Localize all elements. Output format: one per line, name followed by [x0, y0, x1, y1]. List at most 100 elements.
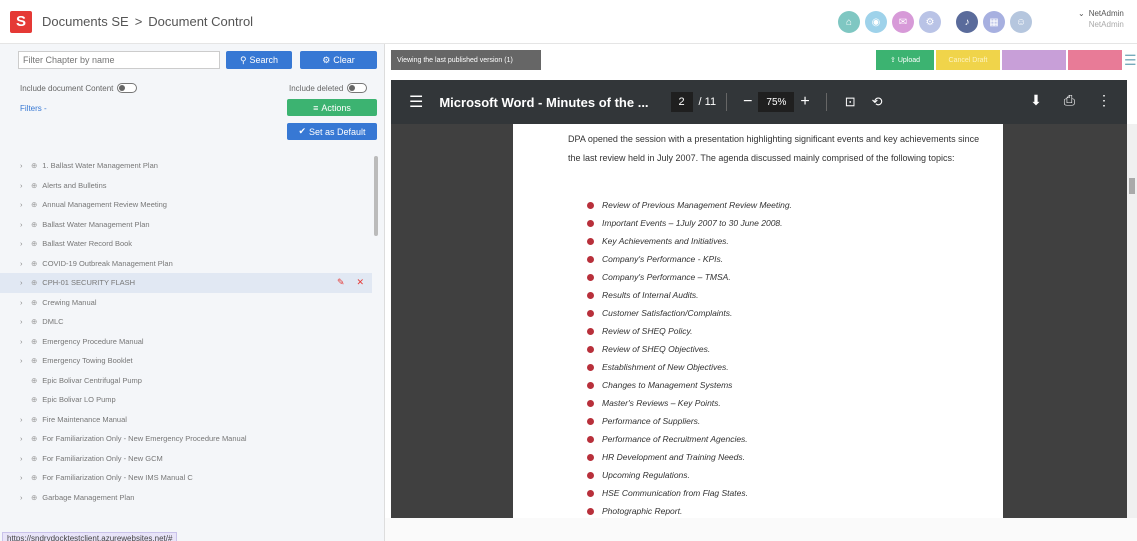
tree-item[interactable]: › ⊕ Emergency Procedure Manual — [0, 332, 372, 352]
check-icon: ✔ — [298, 126, 306, 136]
folder-icon: ⊕ — [31, 473, 38, 483]
rotate-icon[interactable]: ⟲ — [872, 94, 883, 110]
topic-list-item: Review of Previous Management Review Mee… — [587, 196, 792, 214]
edit-icon[interactable]: ✎ — [337, 277, 345, 288]
chevron-right-icon[interactable]: › — [20, 434, 26, 443]
top-icon-bar: ⌂ ◉ ✉ ⚙ ♪ ▦ ☺ — [838, 11, 1032, 33]
actions-button[interactable]: ≡ Actions — [287, 99, 377, 116]
filters-toggle-link[interactable]: Filters - — [20, 104, 47, 113]
tree-item-label: For Familiarization Only - New IMS Manua… — [42, 473, 193, 483]
tree-item[interactable]: › ⊕ For Familiarization Only - New IMS Man… — [0, 468, 372, 488]
include-content-toggle[interactable] — [117, 83, 138, 93]
toolbar-button-3[interactable] — [1002, 50, 1066, 70]
bullet-icon — [587, 507, 594, 515]
tree-item-label: Garbage Management Plan — [42, 492, 135, 502]
zoom-out-icon[interactable]: − — [743, 93, 752, 111]
topic-list-item: Upcoming Regulations. — [587, 466, 792, 484]
tree-item[interactable]: › ⊕ Ballast Water Record Book — [0, 234, 372, 254]
menu-icon[interactable]: ☰ — [1124, 52, 1137, 69]
more-options-icon[interactable]: ⋮ — [1097, 92, 1111, 109]
toolbar-button-4[interactable] — [1068, 50, 1122, 70]
chevron-right-icon[interactable]: › — [20, 220, 26, 229]
tree-item[interactable]: › ⊕ Emergency Towing Booklet — [0, 351, 372, 371]
tree-item[interactable]: › ⊕ Annual Management Review Meeting — [0, 195, 372, 215]
user-menu[interactable]: ⌄ NetAdmin NetAdmin — [1078, 8, 1124, 30]
topic-text: Customer Satisfaction/Complaints. — [602, 308, 733, 318]
print-icon[interactable]: ⎙ — [1064, 92, 1075, 109]
chevron-right-icon[interactable]: › — [20, 317, 26, 326]
set-default-label: Set as Default — [309, 126, 366, 137]
set-default-button[interactable]: ✔ Set as Default — [287, 123, 377, 140]
folder-icon: ⊕ — [31, 239, 38, 249]
page-total: / 11 — [698, 96, 717, 108]
tree-item[interactable]: › ⊕ Ballast Water Management Plan — [0, 215, 372, 235]
eye-icon[interactable]: ◉ — [865, 11, 887, 33]
bullet-icon — [587, 417, 594, 425]
zoom-in-icon[interactable]: + — [800, 93, 809, 111]
clear-button-label: Clear — [333, 55, 355, 65]
chapter-filter-input[interactable] — [18, 51, 220, 69]
viewer-scrollbar-thumb[interactable] — [1129, 178, 1135, 194]
tree-item[interactable]: › ⊕ Garbage Management Plan — [0, 488, 372, 508]
chevron-right-icon[interactable]: › — [20, 161, 26, 170]
chevron-right-icon[interactable]: › — [20, 200, 26, 209]
tree-item-label: Emergency Towing Booklet — [42, 356, 133, 366]
tree-item[interactable]: › ⊕ For Familiarization Only - New GCM — [0, 449, 372, 469]
chevron-right-icon[interactable]: › — [20, 181, 26, 190]
chevron-right-icon[interactable]: › — [20, 298, 26, 307]
tree-item[interactable]: ›⊕Epic Bolivar Centrifugal Pump — [0, 371, 372, 391]
folder-icon: ⊕ — [31, 414, 38, 424]
upload-button[interactable]: ⇪ Upload — [876, 50, 934, 70]
cancel-draft-button[interactable]: Cancel Draft — [936, 50, 1000, 70]
folder-icon: ⊕ — [31, 258, 38, 268]
row-actions: ✎ ✕ — [337, 277, 364, 288]
document-toolbar: Viewing the last published version (1) ⇪… — [391, 50, 1137, 72]
settings-icon[interactable]: ⚙ — [919, 11, 941, 33]
tree-item[interactable]: › ⊕ COVID-19 Outbreak Management Plan — [0, 254, 372, 274]
topic-list-item: HR Development and Training Needs. — [587, 448, 792, 466]
chevron-right-icon[interactable]: › — [20, 278, 26, 287]
tree-item[interactable]: › ⊕ For Familiarization Only - New Emergen… — [0, 429, 372, 449]
chevron-right-icon[interactable]: › — [20, 415, 26, 424]
avatar-icon[interactable]: ☺ — [1010, 11, 1032, 33]
tree-item[interactable]: › ⊕ Crewing Manual — [0, 293, 372, 313]
toolbar-divider — [825, 93, 827, 111]
chevron-right-icon[interactable]: › — [20, 239, 26, 248]
chevron-right-icon[interactable]: › — [20, 454, 26, 463]
home-icon[interactable]: ⌂ — [838, 11, 860, 33]
bullet-icon — [587, 255, 594, 263]
download-icon[interactable]: ⬇ — [1030, 92, 1042, 109]
topic-text: Upcoming Regulations. — [602, 470, 690, 480]
delete-icon[interactable]: ✕ — [357, 277, 365, 288]
app-logo[interactable]: S — [10, 10, 32, 33]
zoom-level-input[interactable]: 75% — [758, 92, 795, 112]
bullet-icon — [587, 381, 594, 389]
tree-item[interactable]: › ⊕ Fire Maintenance Manual — [0, 410, 372, 430]
sidebar-menu-icon[interactable]: ☰ — [409, 92, 423, 112]
chevron-right-icon[interactable]: › — [20, 259, 26, 268]
chevron-right-icon[interactable]: › — [20, 356, 26, 365]
breadcrumb-documents[interactable]: Documents SE — [42, 14, 129, 29]
topic-text: Changes to Management Systems — [602, 380, 733, 390]
grid-icon[interactable]: ▦ — [983, 11, 1005, 33]
clear-button[interactable]: ⚙ Clear — [300, 51, 377, 69]
chevron-right-icon[interactable]: › — [20, 337, 26, 346]
tree-scrollbar[interactable] — [374, 156, 378, 236]
tree-item-label: Fire Maintenance Manual — [42, 414, 127, 424]
tree-item[interactable]: › ⊕ DMLC — [0, 312, 372, 332]
tree-item[interactable]: ›⊕Epic Bolivar LO Pump — [0, 390, 372, 410]
tree-item-label: CPH-01 SECURITY FLASH — [42, 278, 136, 288]
mail-icon[interactable]: ✉ — [892, 11, 914, 33]
tree-item[interactable]: › ⊕ Alerts and Bulletins — [0, 176, 372, 196]
tree-item[interactable]: › ⊕ CPH-01 SECURITY FLASH ✎ ✕ — [0, 273, 372, 293]
page-number-input[interactable]: 2 — [670, 92, 693, 112]
include-deleted-toggle[interactable] — [347, 83, 368, 93]
chevron-right-icon[interactable]: › — [20, 493, 26, 502]
tree-item[interactable]: › ⊕ 1. Ballast Water Management Plan — [0, 156, 372, 176]
bullet-icon — [587, 309, 594, 317]
breadcrumb-document-control[interactable]: Document Control — [148, 14, 253, 29]
fit-page-icon[interactable]: ⊡ — [845, 94, 856, 110]
search-button[interactable]: ⚲ Search — [226, 51, 292, 69]
chevron-right-icon[interactable]: › — [20, 473, 26, 482]
bell-icon[interactable]: ♪ — [956, 11, 978, 33]
